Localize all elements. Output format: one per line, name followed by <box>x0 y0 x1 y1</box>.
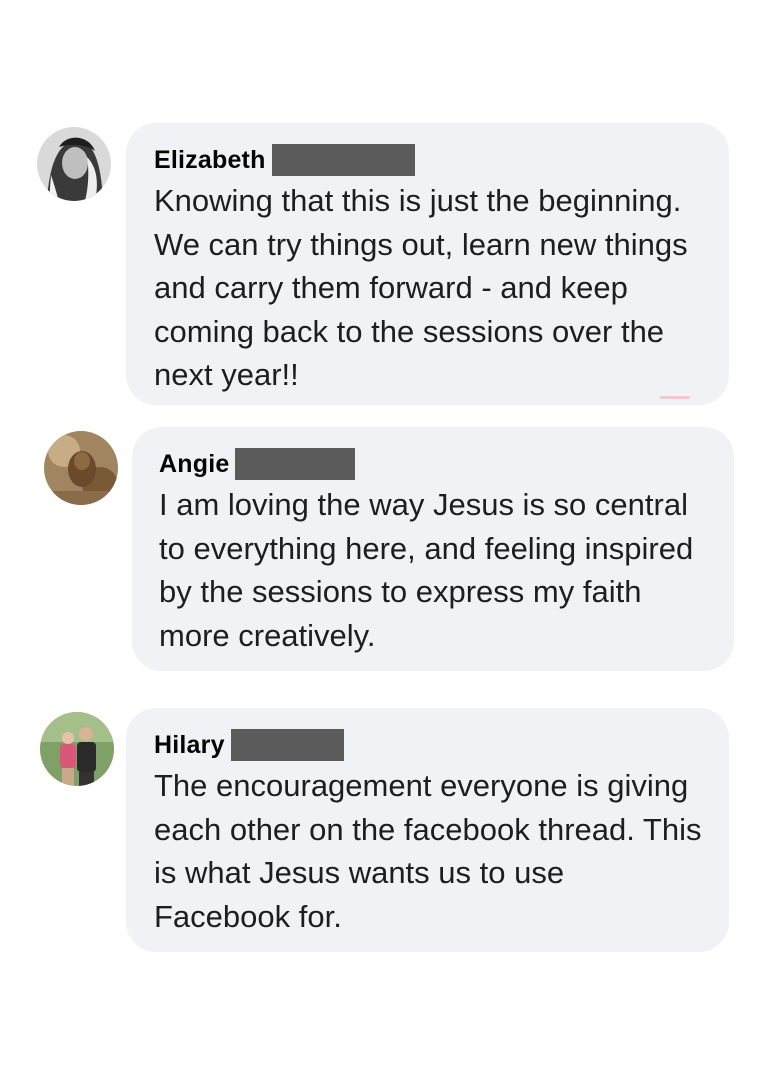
author-name[interactable]: Elizabeth <box>154 146 266 175</box>
elizabeth-photo <box>37 127 111 201</box>
redacted-surname <box>271 144 415 176</box>
author-name[interactable]: Hilary <box>154 731 225 760</box>
comment-bubble: Elizabeth Knowing that this is just the … <box>126 123 729 405</box>
comment-text: The encouragement everyone is giving eac… <box>154 768 702 934</box>
profile-avatar[interactable] <box>37 127 111 201</box>
author-name[interactable]: Angie <box>159 450 229 479</box>
comment-bubble: Angie I am loving the way Jesus is so ce… <box>132 427 734 671</box>
redacted-surname <box>230 729 344 761</box>
profile-avatar[interactable] <box>40 712 114 786</box>
angie-photo <box>44 431 118 505</box>
comment-text: Knowing that this is just the beginning.… <box>154 183 688 392</box>
profile-avatar[interactable] <box>44 431 118 505</box>
hilary-photo <box>40 712 114 786</box>
redacted-surname <box>235 448 356 480</box>
comment-bubble: Hilary The encouragement everyone is giv… <box>126 708 729 952</box>
comment-text: I am loving the way Jesus is so central … <box>159 487 694 653</box>
reaction-fragment <box>660 396 690 399</box>
